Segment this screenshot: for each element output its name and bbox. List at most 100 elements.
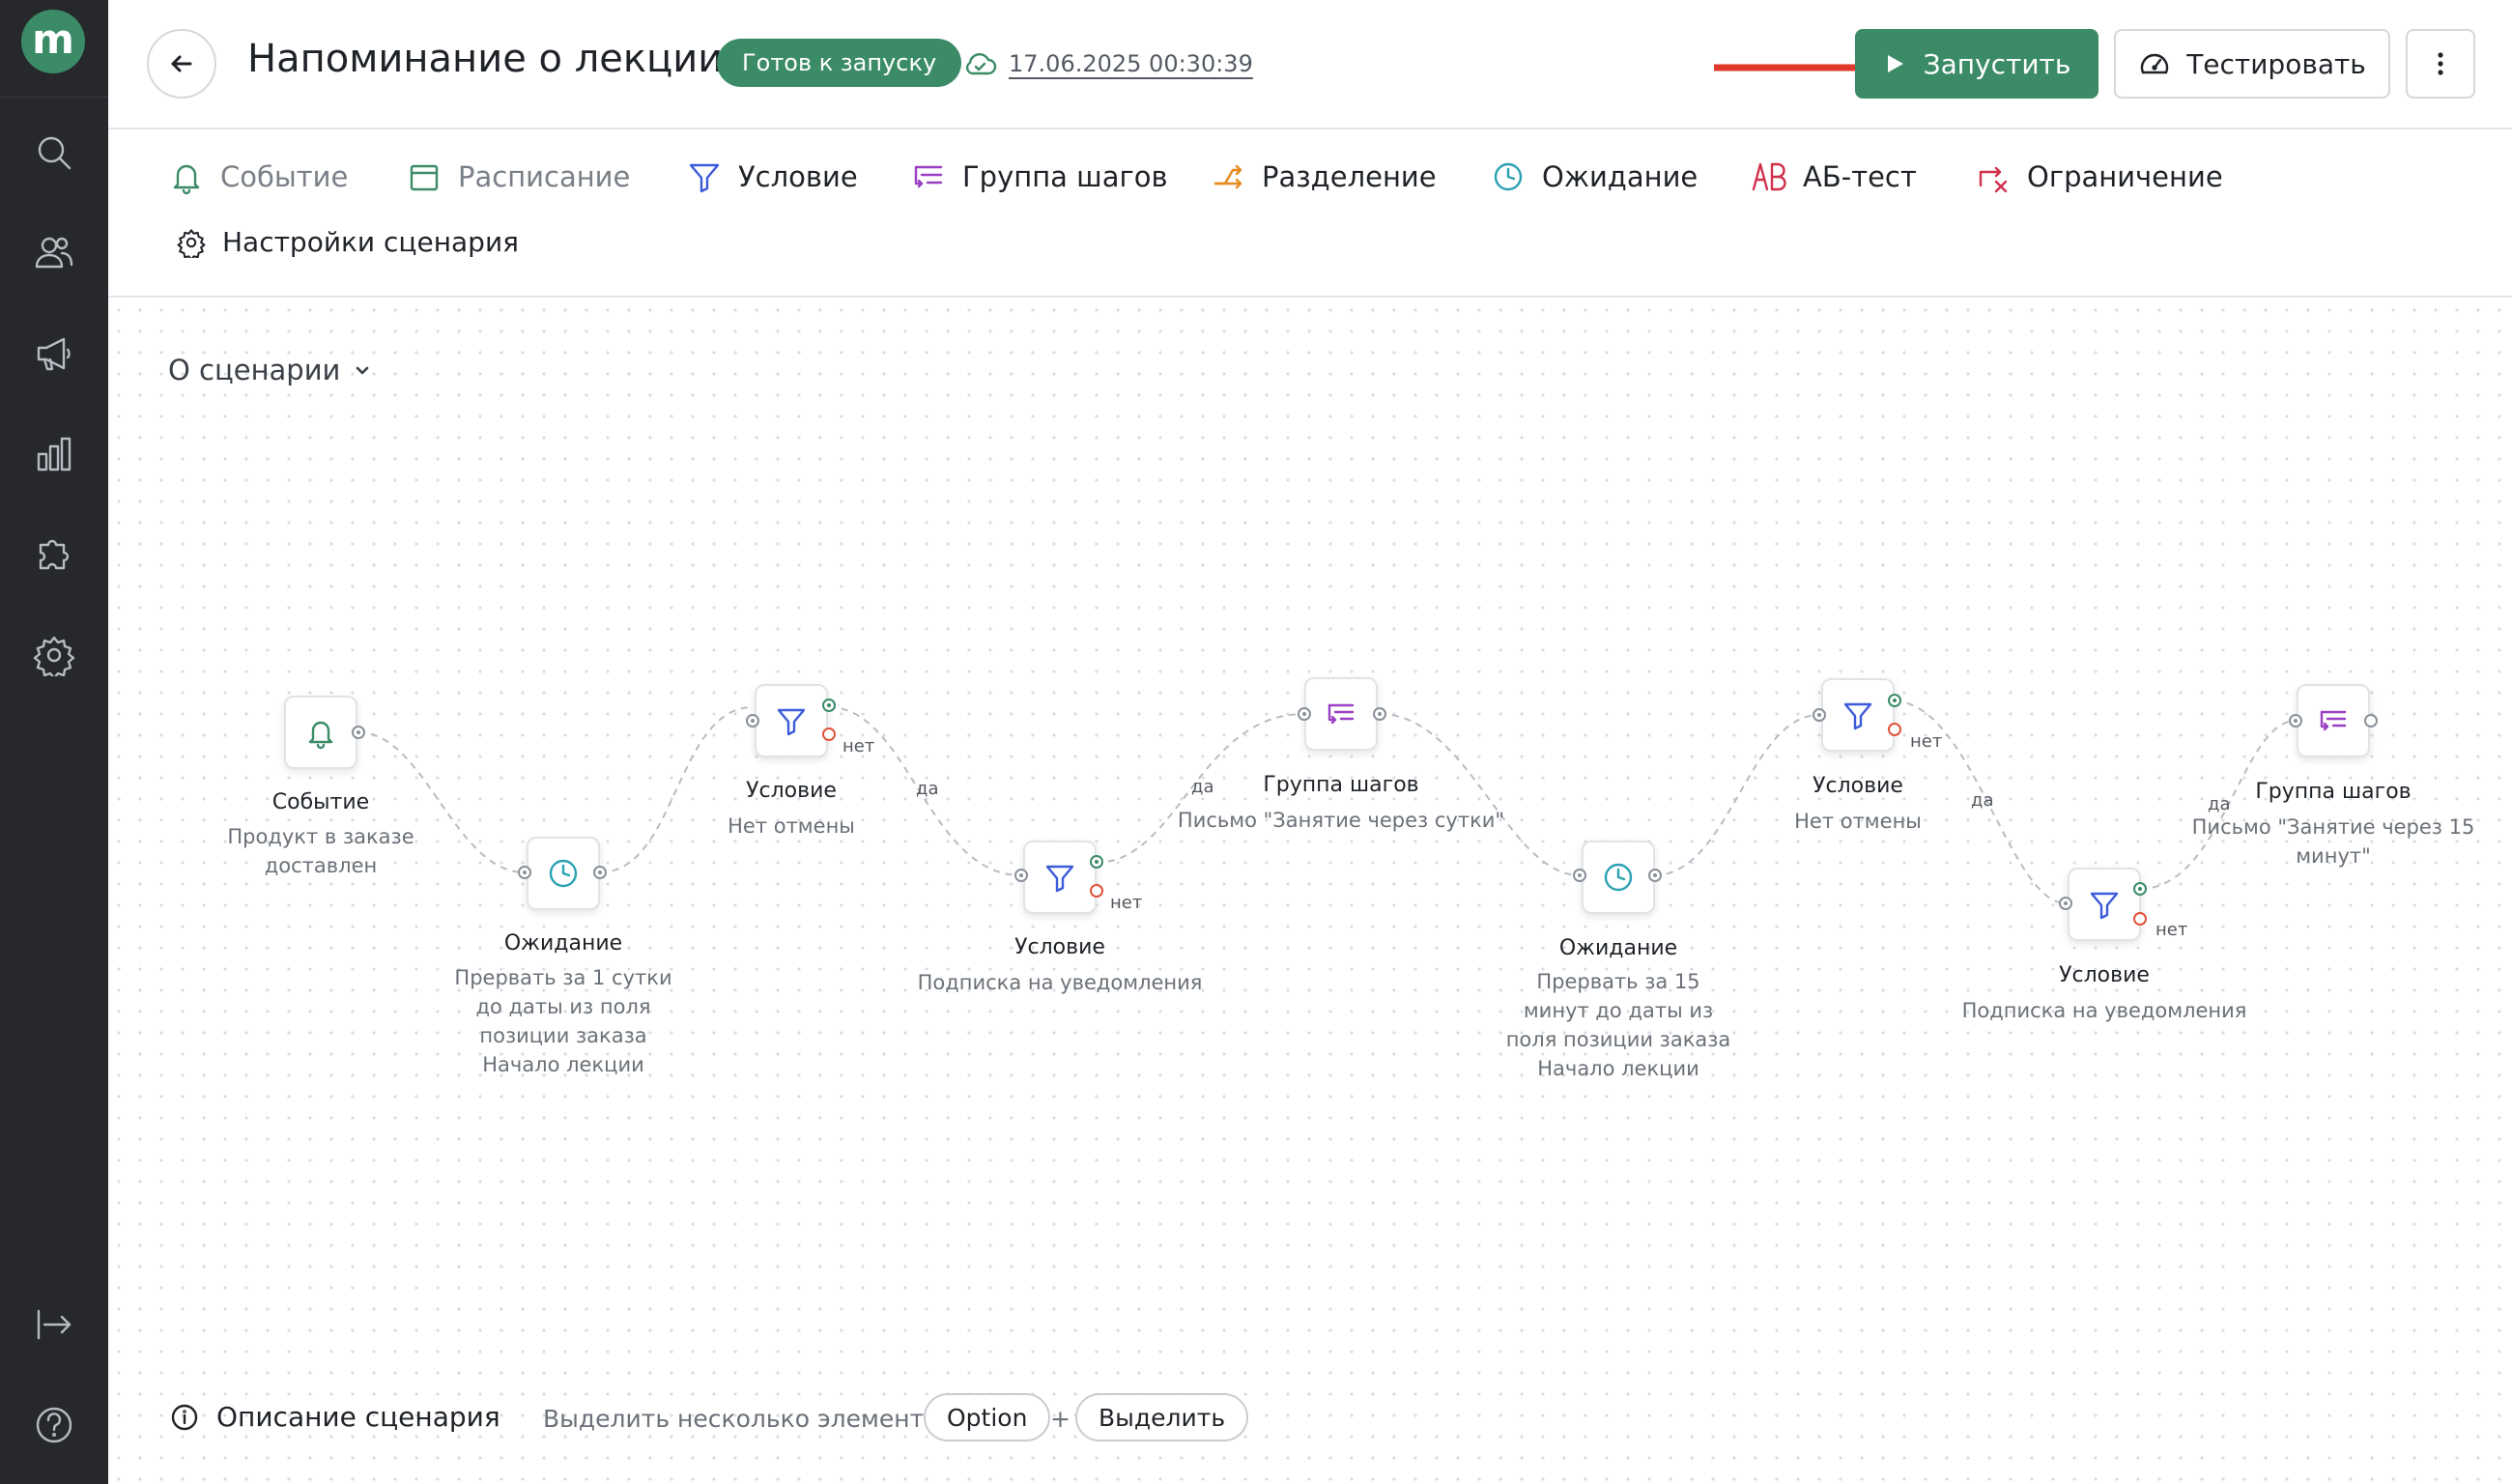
megaphone-icon[interactable] <box>27 327 81 381</box>
filter-icon <box>1045 865 1074 893</box>
node-title: Событие <box>271 790 370 814</box>
analytics-icon[interactable] <box>27 427 81 481</box>
output-port[interactable] <box>352 726 365 739</box>
flow-node-wait[interactable] <box>527 837 600 910</box>
users-icon[interactable] <box>27 226 81 280</box>
status-badge: Готов к запуску <box>717 39 962 87</box>
flow-canvas[interactable] <box>108 300 2512 1484</box>
no-label: нет <box>1910 731 1943 752</box>
no-port[interactable] <box>2133 912 2147 926</box>
input-port[interactable] <box>518 866 531 879</box>
flow-node-condition[interactable] <box>2068 868 2141 941</box>
tool-limit[interactable]: Ограничение <box>1975 158 2223 195</box>
input-port[interactable] <box>2289 714 2302 728</box>
input-port[interactable] <box>1298 707 1311 721</box>
logo[interactable]: m <box>21 10 85 73</box>
flow-node-step-group[interactable] <box>2297 684 2370 757</box>
tool-schedule[interactable]: Расписание <box>406 158 630 195</box>
more-vertical-icon <box>2438 52 2443 75</box>
flow-node-event[interactable] <box>284 696 357 769</box>
tool-wait[interactable]: Ожидание <box>1490 158 1698 195</box>
tool-condition[interactable]: Условие <box>686 158 858 195</box>
flow-node-condition[interactable] <box>1023 841 1097 914</box>
flow-node-wait[interactable] <box>1582 841 1655 914</box>
node-title: Условие <box>746 779 837 803</box>
no-port[interactable] <box>1888 723 1901 736</box>
tool-split[interactable]: Разделение <box>1210 158 1437 195</box>
run-button-label: Запустить <box>1923 47 2071 80</box>
filter-icon <box>689 163 720 193</box>
node-description: Нет отмены <box>1794 810 1922 833</box>
yes-port[interactable] <box>1090 855 1103 869</box>
output-port[interactable] <box>1648 869 1662 882</box>
input-port[interactable] <box>746 714 759 728</box>
node-title: Условие <box>1014 935 1105 959</box>
tool-schedule-label: Расписание <box>458 160 631 193</box>
page-title: Напоминание о лекции <box>247 37 724 81</box>
saved-timestamp[interactable]: 17.06.2025 00:30:39 <box>1009 50 1253 77</box>
tool-limit-label: Ограничение <box>2027 160 2223 193</box>
flow-node-step-group[interactable] <box>1304 677 1378 751</box>
flow-node-condition[interactable] <box>1821 678 1895 752</box>
tool-event[interactable]: Событие <box>168 158 348 195</box>
sidebar: m <box>0 0 108 1484</box>
node-description: Нет отмены <box>728 814 855 838</box>
play-icon <box>1887 55 1903 72</box>
input-port[interactable] <box>2059 897 2072 910</box>
run-button[interactable]: Запустить <box>1855 29 2098 99</box>
no-label: нет <box>842 736 875 756</box>
node-description: Письмо "Занятие через сутки" <box>1177 809 1505 832</box>
more-menu-button[interactable] <box>2406 29 2475 99</box>
no-label: нет <box>1110 893 1143 913</box>
tool-ab-test[interactable]: АБ-тест <box>1751 158 1917 195</box>
chevron-down-icon <box>357 366 369 375</box>
bell-icon <box>173 164 200 195</box>
step-group-icon <box>1327 703 1355 725</box>
scenario-settings-label: Настройки сценария <box>222 226 519 258</box>
scenario-description-label: Описание сценария <box>216 1401 500 1433</box>
flow-node-condition[interactable] <box>755 684 828 757</box>
output-port[interactable] <box>2364 714 2378 728</box>
bell-icon <box>308 721 333 750</box>
node-description: Подписка на уведомления <box>917 971 1203 994</box>
no-label: нет <box>2155 920 2188 940</box>
gauge-icon <box>2141 53 2169 74</box>
node-title: Ожидание <box>1558 936 1678 960</box>
search-icon[interactable] <box>27 126 81 180</box>
calendar-icon <box>410 164 439 191</box>
output-port[interactable] <box>593 866 607 879</box>
node-title: Ожидание <box>503 931 623 956</box>
puzzle-icon[interactable] <box>27 528 81 582</box>
step-group-icon <box>914 165 943 188</box>
node-title: Группа шагов <box>2255 780 2412 804</box>
filter-icon <box>2090 892 2119 920</box>
scenario-description-button[interactable]: Описание сценария <box>170 1401 500 1433</box>
plus-sign: + <box>1050 1405 1070 1433</box>
yes-port[interactable] <box>2133 882 2147 896</box>
yes-port[interactable] <box>1888 694 1901 707</box>
collapse-icon[interactable] <box>27 1298 81 1352</box>
tool-wait-label: Ожидание <box>1542 160 1698 193</box>
gear-icon[interactable] <box>27 628 81 682</box>
yes-port[interactable] <box>822 699 836 712</box>
about-dropdown[interactable]: О сценарии <box>168 354 373 386</box>
input-port[interactable] <box>1573 869 1586 882</box>
test-button[interactable]: Тестировать <box>2114 29 2390 99</box>
arrow-left-icon <box>171 55 192 72</box>
node-description: Продукт в заказе доставлен <box>227 825 414 877</box>
clock-icon <box>1604 863 1633 892</box>
no-port[interactable] <box>822 728 836 741</box>
back-button[interactable] <box>147 29 216 99</box>
output-port[interactable] <box>1373 707 1386 721</box>
input-port[interactable] <box>1813 708 1826 722</box>
option-key-badge: Option <box>924 1393 1051 1441</box>
help-icon[interactable] <box>27 1398 81 1452</box>
scenario-settings[interactable]: Настройки сценария <box>176 226 519 258</box>
input-port[interactable] <box>1014 869 1028 882</box>
tool-condition-label: Условие <box>738 160 858 193</box>
tool-step-group[interactable]: Группа шагов <box>910 158 1168 195</box>
save-status[interactable]: 17.06.2025 00:30:39 <box>962 46 1253 81</box>
cloud-check-icon <box>965 53 997 75</box>
node-toolbar: Событие Расписание Условие Группа шагов … <box>108 131 2512 298</box>
no-port[interactable] <box>1090 884 1103 898</box>
